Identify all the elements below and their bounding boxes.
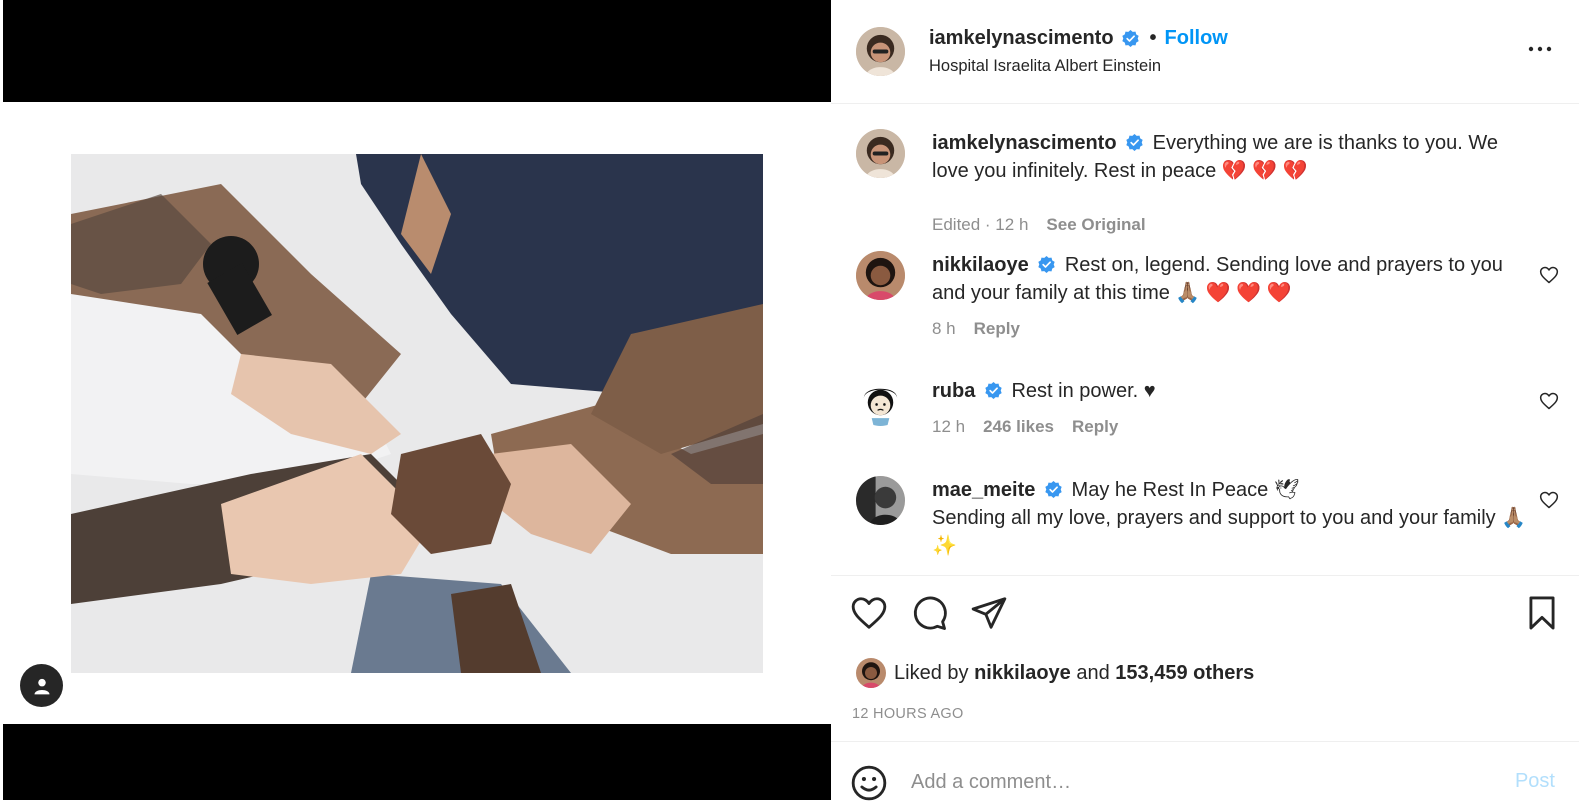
- comment-time: 12 h: [932, 417, 966, 436]
- see-original-button[interactable]: See Original: [1046, 215, 1145, 235]
- post-comment-button[interactable]: Post: [1515, 770, 1555, 793]
- verified-icon: [1045, 480, 1062, 499]
- comment-username[interactable]: nikkilaoye: [932, 254, 1029, 276]
- author-username[interactable]: iamkelynascimento: [929, 27, 1114, 50]
- liker-avatar[interactable]: [856, 658, 886, 688]
- heart-icon[interactable]: [850, 594, 888, 632]
- post-photo-illustration: [71, 154, 763, 673]
- comment-text-continued: Sending all my love, prayers and support…: [932, 507, 1527, 557]
- comment-body: mae_meite May he Rest In Peace 🕊 Sending…: [932, 476, 1532, 560]
- post-timestamp[interactable]: 12 HOURS AGO: [852, 706, 964, 722]
- author-avatar[interactable]: [856, 27, 905, 76]
- caption-avatar[interactable]: [856, 129, 905, 178]
- heart-icon[interactable]: [1539, 490, 1559, 510]
- add-comment-bar: Post: [831, 741, 1579, 801]
- comment-meta: 8 h Reply: [932, 319, 1020, 339]
- more-icon[interactable]: [1527, 36, 1553, 62]
- comment-avatar[interactable]: [856, 251, 905, 300]
- verified-icon: [1121, 29, 1139, 48]
- comment-time: 8 h: [932, 319, 956, 338]
- comment-avatar[interactable]: [856, 377, 905, 426]
- caption-body: iamkelynascimento Everything we are is t…: [932, 129, 1532, 185]
- verified-icon: [1038, 255, 1055, 274]
- comment-text: Rest in power. ♥: [1011, 380, 1156, 402]
- post-header: iamkelynascimento • Follow Hospital Isra…: [831, 0, 1579, 104]
- comment-avatar-image: [856, 476, 905, 525]
- caption: iamkelynascimento Everything we are is t…: [831, 127, 1579, 237]
- comment-username[interactable]: ruba: [932, 380, 975, 402]
- post-details-panel: iamkelynascimento • Follow Hospital Isra…: [831, 0, 1579, 801]
- caption-username[interactable]: iamkelynascimento: [932, 132, 1117, 154]
- comment-icon[interactable]: [910, 594, 948, 632]
- comment-item: nikkilaoye Rest on, legend. Sending love…: [831, 251, 1579, 351]
- caption-avatar-image: [856, 129, 905, 178]
- comment-body: nikkilaoye Rest on, legend. Sending love…: [932, 251, 1532, 307]
- heart-icon[interactable]: [1539, 391, 1559, 411]
- comment-input[interactable]: [911, 766, 1431, 798]
- verified-icon: [985, 381, 1002, 400]
- bookmark-icon[interactable]: [1523, 594, 1561, 632]
- comments-list[interactable]: iamkelynascimento Everything we are is t…: [831, 105, 1579, 575]
- author-line: iamkelynascimento • Follow: [929, 27, 1228, 50]
- comment-avatar[interactable]: [856, 476, 905, 525]
- verified-icon: [1126, 133, 1143, 152]
- user-tag-button[interactable]: [20, 664, 63, 707]
- heart-icon[interactable]: [1539, 265, 1559, 285]
- liked-by-and: and: [1076, 661, 1110, 684]
- liked-by: Liked by nikkilaoye and 153,459 others: [856, 658, 1254, 688]
- comment-body: ruba Rest in power. ♥: [932, 377, 1532, 405]
- comment-item: ruba Rest in power. ♥ 12 h 246 likes Rep…: [831, 377, 1579, 457]
- likes-count[interactable]: 153,459 others: [1115, 662, 1254, 685]
- comment-text: May he Rest In Peace 🕊: [1071, 479, 1300, 501]
- author-avatar-image: [856, 27, 905, 76]
- follow-button[interactable]: Follow: [1165, 27, 1228, 50]
- comment-item: mae_meite May he Rest In Peace 🕊 Sending…: [831, 476, 1579, 575]
- post-photo[interactable]: [71, 154, 763, 673]
- share-icon[interactable]: [970, 594, 1008, 632]
- post-media-panel: [0, 0, 831, 800]
- post-actions: Liked by nikkilaoye and 153,459 others 1…: [831, 575, 1579, 801]
- post-location[interactable]: Hospital Israelita Albert Einstein: [929, 57, 1161, 76]
- comment-username[interactable]: mae_meite: [932, 479, 1035, 501]
- reply-button[interactable]: Reply: [974, 319, 1020, 339]
- liker-avatar-image: [856, 658, 886, 688]
- liked-by-prefix: Liked by: [894, 661, 969, 684]
- caption-meta: Edited · 12 h See Original: [932, 215, 1146, 235]
- comment-avatar-image: [856, 377, 905, 426]
- header-separator: •: [1149, 27, 1157, 49]
- emoji-icon[interactable]: [850, 764, 888, 802]
- comment-avatar-image: [856, 251, 905, 300]
- liked-by-user[interactable]: nikkilaoye: [974, 662, 1071, 685]
- comment-likes[interactable]: 246 likes: [983, 417, 1054, 437]
- caption-edited: Edited · 12 h: [932, 215, 1029, 234]
- user-tag-icon: [34, 678, 49, 694]
- reply-button[interactable]: Reply: [1072, 417, 1118, 437]
- comment-meta: 12 h 246 likes Reply: [932, 417, 1118, 437]
